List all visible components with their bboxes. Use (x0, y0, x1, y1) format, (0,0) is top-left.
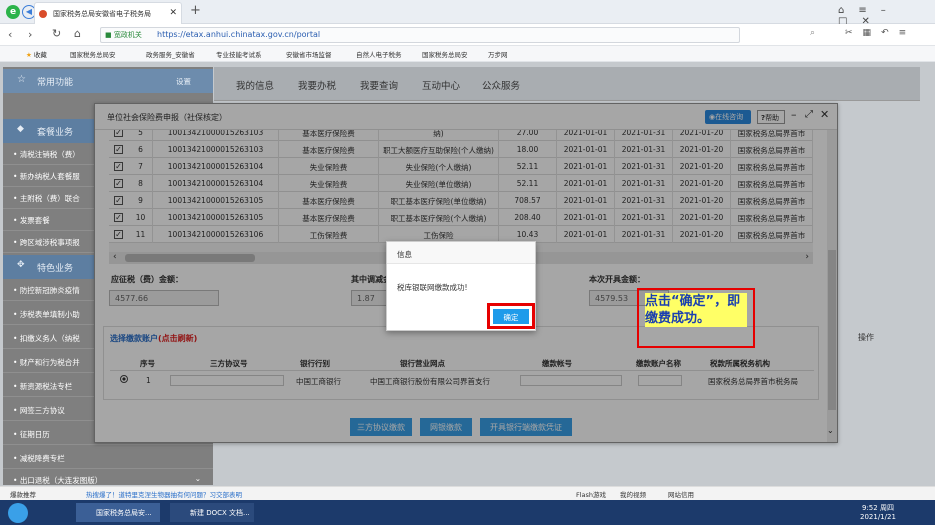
message-text: 税库银联网缴款成功! (397, 283, 468, 292)
instruction-annotation: 点击“确定”，即缴费成功。 (637, 288, 755, 348)
top-nav: 我的信息 我要办税 我要查询 互动中心 公众服务 (214, 67, 920, 101)
nav-do-tax[interactable]: 我要办税 (298, 78, 336, 92)
taskbar-time: 9:52 周四 (862, 504, 894, 512)
tab-title: 国家税务总局安徽省电子税务局 (53, 10, 151, 18)
nav-my-info[interactable]: 我的信息 (236, 78, 274, 92)
taskbar-date: 2021/1/21 (860, 513, 896, 521)
toolbar-icons: ✂▦↶≡ (845, 28, 916, 38)
more-icon[interactable]: ≡ (899, 28, 917, 38)
bm-7[interactable]: 万步网 (488, 49, 508, 59)
url-text: https://etax.anhui.chinatax.gov.cn/porta… (157, 30, 321, 39)
nav-public[interactable]: 公众服务 (482, 78, 520, 92)
minimize-icon[interactable]: – (881, 5, 900, 16)
star-icon: ★ (26, 51, 32, 59)
tab-close-icon[interactable]: ✕ (169, 8, 177, 18)
grid-icon: ✥ (17, 260, 25, 270)
my-video[interactable]: 我的视频 (620, 489, 646, 499)
undo-icon[interactable]: ↶ (881, 28, 899, 38)
back-icon[interactable]: ‹ (8, 28, 12, 41)
message-title: 信息 (387, 242, 535, 264)
site-credit[interactable]: 网站信用 (668, 489, 694, 499)
info-message-box: 信息 税库银联网缴款成功! 确定 (386, 241, 536, 331)
news-ticker[interactable]: 热搜爆了！道特里克涅生物器抽有何问题？习交部表明 (86, 489, 242, 499)
tab-favicon-icon (39, 10, 47, 18)
secure-badge: ■ 宽政机关 (105, 31, 142, 39)
taskbar-app-browser[interactable]: 国家税务总局安... (76, 503, 160, 522)
bm-4[interactable]: 安徽省市场监督 (286, 49, 332, 59)
taskbar-app-docx[interactable]: 新建 DOCX 文档... (170, 503, 254, 522)
windows-taskbar: 国家税务总局安... 新建 DOCX 文档... 9:52 周四 2021/1/… (0, 500, 935, 525)
start-icon[interactable] (8, 503, 28, 523)
sidebar-item[interactable]: • 减税降费专栏 (3, 447, 213, 469)
star-outline-icon: ☆ (17, 74, 26, 85)
shirt-icon[interactable]: ⌂ (838, 5, 858, 16)
new-tab-button[interactable]: + (190, 3, 201, 18)
browser-tab[interactable]: 国家税务总局安徽省电子税务局 ✕ (34, 2, 182, 24)
ok-button[interactable]: 确定 (493, 309, 529, 324)
search-icon[interactable]: ⌕ (810, 28, 815, 38)
operate-header: 操作 (858, 333, 874, 342)
bm-0[interactable]: ★ 收藏 (26, 49, 47, 59)
bookmarks-bar: ★ 收藏 国家税务总局安 政务服务_安徽省 专业技能考试系 安徽省市场监督 自然… (0, 46, 935, 62)
bm-3[interactable]: 专业技能考试系 (216, 49, 262, 59)
scissors-icon[interactable]: ✂ (845, 28, 863, 38)
chevron-down-icon[interactable]: ⌄ (195, 474, 201, 483)
cube-icon: ◆ (17, 124, 24, 134)
sidebar-common-header: ☆ 常用功能 设置 (3, 69, 213, 93)
flash-games[interactable]: Flash游戏 (576, 489, 606, 499)
address-bar: ‹ › ↻ ⌂ ■ 宽政机关 https://etax.anhui.chinat… (0, 24, 935, 46)
grid-icon[interactable]: ▦ (863, 28, 882, 38)
url-field[interactable]: ■ 宽政机关 https://etax.anhui.chinatax.gov.c… (100, 27, 740, 43)
home-icon[interactable]: ⌂ (74, 27, 81, 40)
browser-tab-bar: e ◀ 国家税务总局安徽省电子税务局 ✕ + ⌂≡–□✕ (0, 0, 935, 27)
bm-5[interactable]: 自然人电子税务 (356, 49, 402, 59)
annotation-text: 点击“确定”，即缴费成功。 (645, 293, 747, 327)
nav-query[interactable]: 我要查询 (360, 78, 398, 92)
forward-icon[interactable]: › (28, 28, 32, 41)
browser-logo-icon: e (6, 5, 20, 19)
settings-link[interactable]: 设置 (176, 76, 191, 87)
bm-1[interactable]: 国家税务总局安 (70, 49, 116, 59)
nav-interact[interactable]: 互动中心 (422, 78, 460, 92)
shield-icon: ■ (105, 31, 112, 39)
bm-2[interactable]: 政务服务_安徽省 (146, 49, 195, 59)
browser-status-bar: 爆款推荐 热搜爆了！道特里克涅生物器抽有何问题？习交部表明 Flash游戏 我的… (0, 486, 935, 500)
bm-6[interactable]: 国家税务总局安 (422, 49, 468, 59)
hot-label[interactable]: 爆款推荐 (10, 489, 36, 499)
menu-icon[interactable]: ≡ (858, 5, 880, 16)
refresh-icon[interactable]: ↻ (52, 27, 61, 40)
